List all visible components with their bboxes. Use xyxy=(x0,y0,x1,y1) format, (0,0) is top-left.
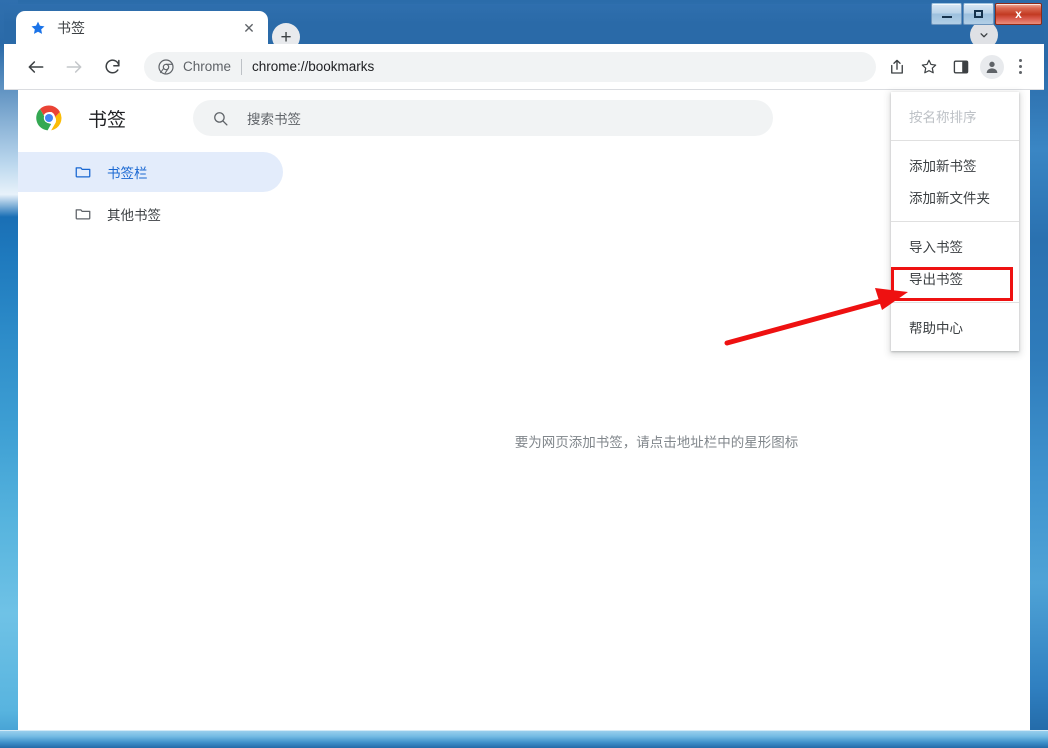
reload-icon xyxy=(104,59,120,74)
menu-item-add-bookmark[interactable]: 添加新书签 xyxy=(891,149,1019,181)
menu-item-help-center[interactable]: 帮助中心 xyxy=(891,311,1019,343)
window-border-right xyxy=(1030,0,1048,748)
menu-dot xyxy=(1018,71,1022,74)
maximize-button[interactable] xyxy=(963,3,994,25)
profile-avatar-icon[interactable] xyxy=(980,54,1004,79)
omnibox-scheme-label: Chrome xyxy=(183,59,232,74)
folder-icon xyxy=(74,205,92,223)
menu-item-label: 添加新书签 xyxy=(909,159,977,174)
minimize-icon xyxy=(941,16,952,18)
back-arrow-icon xyxy=(28,60,44,73)
bookmark-manager-page: 书签 搜索书签 书签栏 其他书签 要为网页添加书签，请点击地址栏中的星形图标 xyxy=(18,90,1030,730)
three-dot-menu-icon[interactable] xyxy=(1008,59,1032,74)
forward-button[interactable] xyxy=(60,53,88,81)
reload-button[interactable] xyxy=(98,53,126,81)
bookmark-sidebar: 书签栏 其他书签 xyxy=(18,152,283,236)
menu-item-sort-by-name[interactable]: 按名称排序 xyxy=(891,100,1019,132)
sidebar-item-bookmarks-bar[interactable]: 书签栏 xyxy=(18,152,283,192)
menu-item-add-folder[interactable]: 添加新文件夹 xyxy=(891,181,1019,213)
menu-divider xyxy=(891,140,1019,141)
search-input[interactable]: 搜索书签 xyxy=(193,100,774,136)
sidebar-item-label: 书签栏 xyxy=(107,166,148,181)
empty-state-message: 要为网页添加书签，请点击地址栏中的星形图标 xyxy=(514,435,799,450)
bookmark-star-icon[interactable] xyxy=(916,54,942,80)
minimize-button[interactable] xyxy=(931,3,962,25)
search-icon xyxy=(211,109,229,127)
browser-toolbar: Chrome chrome://bookmarks xyxy=(4,44,1044,90)
menu-divider xyxy=(891,221,1019,222)
chrome-logo-icon xyxy=(36,105,62,131)
omnibox-url: chrome://bookmarks xyxy=(252,59,375,74)
window-border-left xyxy=(0,0,18,748)
folder-icon xyxy=(74,163,92,181)
menu-divider xyxy=(891,302,1019,303)
page-title: 书签 xyxy=(88,109,127,131)
sidebar-item-label: 其他书签 xyxy=(107,208,161,223)
side-panel-icon[interactable] xyxy=(948,54,974,80)
omnibox-separator xyxy=(241,58,243,75)
address-bar[interactable]: Chrome chrome://bookmarks xyxy=(144,51,876,82)
forward-arrow-icon xyxy=(66,60,82,73)
chevron-down-icon xyxy=(980,33,988,38)
menu-item-label: 按名称排序 xyxy=(909,110,977,125)
tab-bookmarks[interactable]: 书签 ✕ xyxy=(16,11,268,44)
menu-dot xyxy=(1018,65,1022,68)
share-icon[interactable] xyxy=(884,54,910,80)
close-icon: x xyxy=(1015,7,1022,21)
menu-dot xyxy=(1018,59,1022,62)
menu-item-label: 添加新文件夹 xyxy=(909,191,990,206)
star-icon xyxy=(30,20,46,36)
tab-strip: 书签 ✕ + xyxy=(4,4,1044,51)
bookmark-options-menu: 按名称排序 添加新书签 添加新文件夹 导入书签 导出书签 帮助中心 xyxy=(891,92,1019,351)
close-button[interactable]: x xyxy=(995,3,1042,25)
maximize-icon xyxy=(974,10,983,18)
window-controls: x xyxy=(930,3,1042,25)
menu-item-label: 帮助中心 xyxy=(909,321,963,336)
tab-title: 书签 xyxy=(57,19,85,36)
sidebar-item-other-bookmarks[interactable]: 其他书签 xyxy=(18,194,283,234)
back-button[interactable] xyxy=(22,53,50,81)
bookmark-manager-header: 书签 搜索书签 xyxy=(18,90,1030,146)
search-placeholder: 搜索书签 xyxy=(247,112,302,127)
menu-item-import-bookmarks[interactable]: 导入书签 xyxy=(891,230,1019,262)
annotation-highlight-box xyxy=(891,267,1013,301)
menu-item-label: 导入书签 xyxy=(909,240,963,255)
tab-close-icon[interactable]: ✕ xyxy=(240,19,258,37)
chrome-icon xyxy=(158,58,174,75)
window-border-bottom xyxy=(0,730,1048,748)
